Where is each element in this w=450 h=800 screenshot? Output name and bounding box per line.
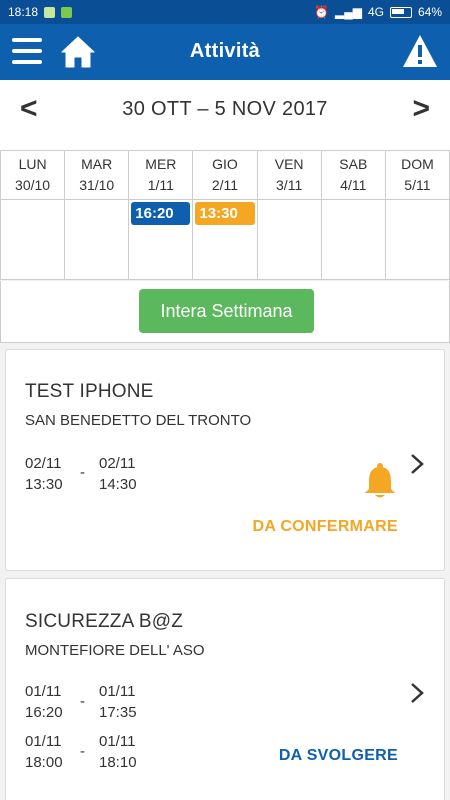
slot-end-date: 01/11 (99, 733, 136, 750)
status-label: DA CONFERMARE (252, 518, 398, 535)
calendar-day-body (258, 200, 321, 279)
whole-week-button[interactable]: Intera Settimana (139, 289, 314, 333)
chevron-right-icon (411, 454, 424, 474)
calendar-day-body (1, 200, 64, 279)
warning-icon[interactable] (402, 34, 438, 68)
slot-end-date: 02/11 (99, 455, 136, 472)
calendar-day-header: MER 1/11 (129, 151, 193, 200)
calendar-day[interactable]: MAR 31/10 (64, 150, 129, 280)
calendar-event[interactable]: 16:20 (131, 202, 191, 225)
calendar-event[interactable]: 13:30 (195, 202, 255, 225)
status-bar: 18:18 ⏰ ▂▄▆ 4G 64% (0, 0, 450, 24)
notification-icon (44, 6, 56, 18)
activity-title: SICUREZZA B@Z (25, 611, 184, 632)
status-time: 18:18 (8, 5, 39, 19)
week-navigation: < 30 OTT – 5 NOV 2017 > (0, 80, 450, 150)
next-week-button[interactable]: > (412, 94, 430, 124)
slot-start-date: 01/11 (25, 683, 62, 700)
calendar-day-name: VEN (274, 156, 304, 172)
app-bar: Attività (0, 24, 450, 80)
calendar-day-date: 31/10 (79, 177, 115, 193)
calendar-day-header: DOM 5/11 (385, 151, 449, 200)
calendar-day-name: MER (145, 156, 177, 172)
alarm-icon: ⏰ (314, 5, 329, 19)
slot-start-time: 13:30 (25, 476, 63, 493)
slot-separator: - (80, 743, 85, 760)
battery-level: 64% (417, 5, 442, 19)
slot-separator: - (80, 693, 85, 710)
slot-end: 01/11 17:35 (99, 681, 137, 723)
calendar-day-date: 4/11 (340, 177, 367, 193)
week-button-area: Intera Settimana (0, 281, 450, 343)
calendar-day[interactable]: GIO 2/11 13:30 (192, 150, 257, 280)
calendar-day-name: DOM (401, 156, 434, 172)
calendar-day[interactable]: VEN 3/11 (256, 150, 321, 280)
signal-icon: ▂▄▆ (334, 5, 362, 19)
calendar-day[interactable]: LUN 30/10 (0, 150, 65, 280)
calendar-day-body (65, 200, 128, 279)
slot-start: 02/11 13:30 (25, 453, 63, 495)
slot-separator: - (80, 464, 85, 481)
slot-start-time: 16:20 (25, 704, 63, 721)
calendar-day-header: SAB 4/11 (321, 151, 385, 200)
activity-location: MONTEFIORE DELL' ASO (25, 642, 205, 659)
calendar-day-body (322, 200, 385, 279)
week-range-title: 30 OTT – 5 NOV 2017 (122, 98, 328, 120)
slot-end-time: 18:10 (99, 754, 137, 771)
calendar-day[interactable]: DOM 5/11 (384, 150, 450, 280)
menu-icon-line (12, 49, 42, 53)
menu-icon-line (12, 38, 42, 42)
slot-start-date: 01/11 (25, 733, 62, 750)
calendar-day-name: GIO (212, 156, 238, 172)
calendar-day-date: 30/10 (15, 177, 51, 193)
slot-end-time: 17:35 (99, 704, 137, 721)
slot-end-time: 14:30 (99, 476, 137, 493)
menu-icon[interactable] (12, 38, 42, 64)
activity-card[interactable]: SICUREZZA B@Z MONTEFIORE DELL' ASO 01/11… (5, 578, 445, 800)
calendar-day-date: 1/11 (147, 177, 174, 193)
calendar-day[interactable]: MER 1/11 16:20 (128, 150, 193, 280)
calendar-day-header: VEN 3/11 (257, 151, 321, 200)
home-icon[interactable] (60, 34, 96, 70)
chevron-right-icon (411, 683, 424, 703)
app-notification-icon (61, 6, 73, 18)
calendar-day-date: 2/11 (211, 177, 239, 193)
calendar-day-header: LUN 30/10 (1, 151, 65, 200)
calendar-day[interactable]: SAB 4/11 (320, 150, 385, 280)
slot-start-date: 02/11 (25, 455, 62, 472)
status-label: DA SVOLGERE (278, 747, 398, 764)
activity-title: TEST IPHONE (25, 381, 154, 402)
calendar-day-name: SAB (339, 156, 368, 172)
status-bar-left: 18:18 (8, 5, 73, 19)
battery-icon (389, 6, 412, 18)
bell-icon (365, 463, 395, 498)
network-type: 4G (367, 5, 384, 19)
calendar-day-date: 5/11 (404, 177, 431, 193)
status-bar-right: ⏰ ▂▄▆ 4G 64% (314, 5, 442, 19)
slot-start: 01/11 16:20 (25, 681, 63, 723)
calendar-day-date: 3/11 (276, 177, 303, 193)
activity-card[interactable]: TEST IPHONE SAN BENEDETTO DEL TRONTO 02/… (5, 349, 445, 571)
calendar-day-name: MAR (81, 156, 113, 172)
activity-location: SAN BENEDETTO DEL TRONTO (25, 412, 252, 429)
slot-end-date: 01/11 (99, 683, 136, 700)
calendar-day-header: GIO 2/11 (193, 151, 257, 200)
calendar-day-body: 16:20 (129, 200, 192, 279)
calendar-day-body (386, 200, 449, 279)
calendar-day-header: MAR 31/10 (65, 151, 129, 200)
slot-end: 01/11 18:10 (99, 731, 137, 773)
slot-end: 02/11 14:30 (99, 453, 137, 495)
menu-icon-line (12, 60, 42, 64)
slot-start: 01/11 18:00 (25, 731, 63, 773)
calendar-day-name: LUN (18, 156, 47, 172)
slot-start-time: 18:00 (25, 754, 63, 771)
calendar-day-body: 13:30 (193, 200, 256, 279)
week-calendar: LUN 30/10 MAR 31/10 MER 1/11 16:20 GIO 2/11 13:30… (0, 150, 450, 280)
